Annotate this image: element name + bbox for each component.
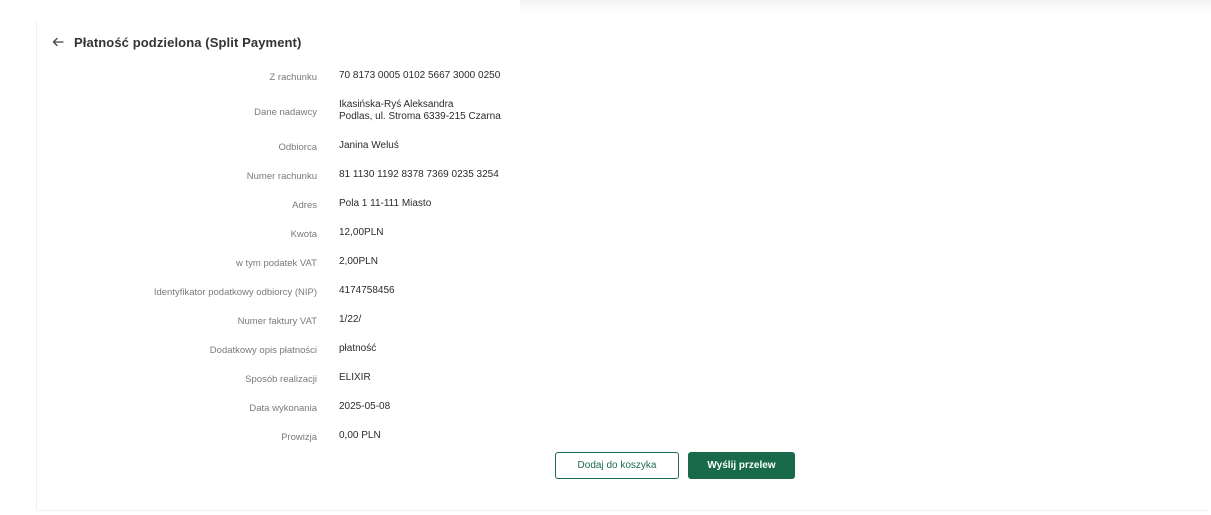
sender-name: Ikasińska-Ryś Aleksandra	[339, 99, 454, 110]
detail-row-nip: Identyfikator podatkowy odbiorcy (NIP) 4…	[0, 285, 700, 298]
detail-value: 12,00PLN	[339, 227, 384, 238]
detail-row-vat: w tym podatek VAT 2,00PLN	[0, 256, 700, 269]
detail-row-fee: Prowizja 0,00 PLN	[0, 430, 700, 443]
detail-label: Numer faktury VAT	[237, 316, 317, 327]
detail-value: 0,00 PLN	[339, 430, 381, 441]
detail-label: Sposób realizacji	[245, 374, 317, 385]
detail-row-account-number: Numer rachunku 81 1130 1192 8378 7369 02…	[0, 169, 700, 182]
page-header[interactable]: Płatność podzielona (Split Payment)	[52, 32, 301, 52]
detail-label: Dodatkowy opis płatności	[209, 345, 317, 356]
detail-label: Identyfikator podatkowy odbiorcy (NIP)	[153, 287, 317, 298]
detail-row-sender: Dane nadawcy Ikasińska-Ryś Aleksandra Po…	[0, 99, 700, 123]
add-to-cart-button[interactable]: Dodaj do koszyka	[555, 452, 679, 479]
detail-label: Numer rachunku	[246, 171, 317, 182]
detail-value: 2,00PLN	[339, 256, 378, 267]
detail-value: 2025-05-08	[339, 401, 391, 412]
detail-row-amount: Kwota 12,00PLN	[0, 227, 700, 240]
detail-row-recipient: Odbiorca Janina Weluś	[0, 140, 700, 153]
detail-label: Data wykonania	[249, 403, 317, 414]
detail-value: Janina Weluś	[339, 140, 399, 151]
detail-label: Z rachunku	[269, 72, 317, 83]
detail-row-execution-date: Data wykonania 2025-05-08	[0, 401, 700, 414]
detail-value: 4174758456	[339, 285, 395, 296]
detail-label: Odbiorca	[278, 142, 317, 153]
detail-value: Ikasińska-Ryś Aleksandra Podlas, ul. Str…	[339, 99, 501, 123]
detail-row-from-account: Z rachunku 70 8173 0005 0102 5667 3000 0…	[0, 70, 700, 83]
page: Płatność podzielona (Split Payment) Z ra…	[0, 0, 1211, 515]
detail-value: płatność	[339, 343, 377, 354]
detail-label: Dane nadawcy	[254, 107, 317, 118]
detail-row-description: Dodatkowy opis płatności płatność	[0, 343, 700, 356]
detail-row-invoice-number: Numer faktury VAT 1/22/	[0, 314, 700, 327]
detail-label: Prowizja	[281, 432, 317, 443]
sender-address: Podlas, ul. Stroma 6339-215 Czarna	[339, 111, 501, 122]
detail-row-address: Adres Pola 1 11-111 Miasto	[0, 198, 700, 211]
detail-label: Adres	[292, 200, 317, 211]
detail-label: Kwota	[290, 229, 317, 240]
detail-value: 81 1130 1192 8378 7369 0235 3254	[339, 169, 499, 180]
top-shadow	[520, 0, 1211, 14]
detail-row-execution-method: Sposób realizacji ELIXIR	[0, 372, 700, 385]
detail-value: 1/22/	[339, 314, 362, 325]
detail-label: w tym podatek VAT	[236, 258, 317, 269]
page-title: Płatność podzielona (Split Payment)	[74, 34, 302, 50]
detail-value: 70 8173 0005 0102 5667 3000 0250	[339, 70, 501, 81]
action-buttons: Dodaj do koszyka Wyślij przelew	[555, 452, 795, 479]
detail-value: ELIXIR	[339, 372, 371, 383]
send-transfer-button[interactable]: Wyślij przelew	[688, 452, 795, 479]
detail-value: Pola 1 11-111 Miasto	[339, 198, 432, 209]
arrow-left-icon[interactable]	[52, 35, 66, 49]
